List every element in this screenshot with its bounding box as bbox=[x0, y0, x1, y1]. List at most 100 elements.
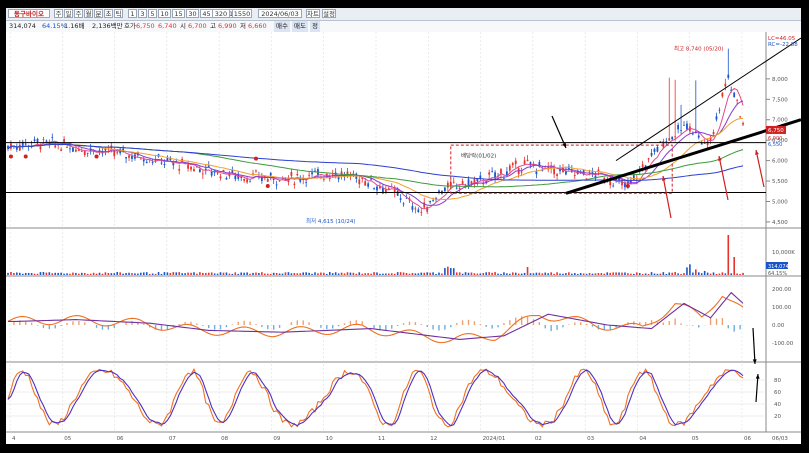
volume-bar bbox=[128, 272, 130, 275]
volume-bar bbox=[662, 272, 665, 275]
date-field[interactable]: 2024/06/03 bbox=[258, 9, 302, 18]
price-candle bbox=[399, 198, 402, 200]
volume-bar bbox=[621, 272, 623, 275]
volume-bar bbox=[116, 272, 119, 275]
volume-bar bbox=[674, 272, 676, 275]
x-axis-label: 06 bbox=[744, 436, 751, 442]
buy-tag[interactable]: 매수 bbox=[274, 21, 290, 32]
volume-bar bbox=[733, 257, 735, 275]
price-candle bbox=[219, 176, 222, 179]
price-candle bbox=[686, 123, 688, 130]
volume-bar bbox=[187, 272, 189, 275]
macd-histogram-bar bbox=[225, 325, 228, 328]
period-button-1[interactable]: 1 bbox=[128, 9, 137, 18]
macd-histogram-bar bbox=[308, 322, 310, 325]
volume-bar bbox=[680, 273, 682, 275]
price-candle bbox=[417, 209, 420, 212]
volume-bar bbox=[145, 272, 148, 275]
period-button-15[interactable]: 15 bbox=[172, 9, 185, 18]
price-candle bbox=[429, 200, 432, 203]
period-button-30[interactable]: 30 bbox=[186, 9, 199, 18]
macd-histogram-bar bbox=[426, 325, 428, 328]
volume-bar bbox=[314, 272, 316, 275]
macd-histogram-bar bbox=[36, 325, 39, 326]
amount-value: 2,136백만 bbox=[92, 22, 123, 30]
toolbar-button-1[interactable]: 일 bbox=[64, 9, 73, 18]
price-candle bbox=[39, 146, 42, 150]
price-candle bbox=[139, 158, 142, 160]
count-field[interactable]: 320 bbox=[212, 9, 230, 18]
price-candle bbox=[647, 158, 650, 160]
volume-bar bbox=[700, 273, 703, 275]
price-candle bbox=[721, 92, 724, 97]
volume-bar bbox=[686, 267, 688, 275]
macd-histogram-bar bbox=[538, 322, 541, 325]
price-candle bbox=[51, 137, 54, 139]
price-candle bbox=[402, 203, 405, 205]
volume-bar bbox=[692, 272, 694, 275]
range-field[interactable]: 1550 bbox=[232, 9, 252, 18]
volume-bar bbox=[441, 273, 443, 275]
volume-bar bbox=[269, 273, 272, 275]
macd-histogram-bar bbox=[219, 325, 222, 330]
sell-tag[interactable]: 매도 bbox=[292, 21, 308, 32]
volume-current-label: 314,074 bbox=[768, 264, 789, 270]
period-button-3[interactable]: 3 bbox=[138, 9, 147, 18]
volume-bar bbox=[609, 272, 612, 275]
toolbar-button-3[interactable]: 월 bbox=[84, 9, 93, 18]
volume-bar bbox=[48, 272, 51, 275]
volume-bar bbox=[541, 273, 544, 275]
toolbar-button-chart[interactable]: 차트 bbox=[306, 9, 320, 18]
macd-histogram-bar bbox=[467, 319, 470, 325]
volume-bar bbox=[739, 273, 741, 275]
volume-bar bbox=[343, 273, 346, 275]
fix-tag[interactable]: 정 bbox=[310, 21, 320, 32]
stock-chart[interactable]: 최고 8,740 (05/20) 최저 4,615 (10/24) 배당락(01/0… bbox=[6, 32, 801, 444]
macd-histogram-bar bbox=[562, 325, 564, 328]
toolbar-button-settings[interactable]: 설정 bbox=[322, 9, 336, 18]
macd-histogram-bar bbox=[432, 325, 434, 330]
price-candle bbox=[523, 160, 526, 164]
stock-name-field[interactable]: 동구바이오 bbox=[8, 9, 50, 18]
macd-histogram-bar bbox=[231, 324, 234, 325]
toolbar-button-0[interactable]: 주 bbox=[54, 9, 63, 18]
low-value: 6,660 bbox=[248, 22, 267, 30]
volume-bar bbox=[190, 272, 192, 275]
volume-bar bbox=[606, 272, 609, 275]
volume-bar bbox=[204, 272, 207, 275]
price-candle bbox=[311, 172, 313, 175]
toolbar-button-2[interactable]: 주 bbox=[74, 9, 83, 18]
macd-histogram-bar bbox=[680, 323, 682, 325]
price-candle bbox=[712, 132, 715, 135]
volume-bar bbox=[373, 272, 375, 275]
volume-bar bbox=[432, 272, 434, 275]
price-tick-label: 4,500 bbox=[772, 220, 788, 226]
volume-bar bbox=[255, 272, 257, 275]
volume-bar bbox=[668, 272, 671, 275]
price-candle bbox=[74, 149, 77, 152]
macd-histogram-bar bbox=[131, 320, 133, 325]
volume-bar bbox=[160, 273, 163, 275]
volume-bar bbox=[193, 272, 195, 275]
price-candle bbox=[724, 83, 727, 87]
volume-bar bbox=[573, 273, 576, 275]
volume-bar bbox=[293, 273, 296, 275]
macd-histogram-bar bbox=[290, 322, 293, 325]
macd-histogram-bar bbox=[95, 325, 98, 328]
toolbar-button-5[interactable]: 초 bbox=[104, 9, 113, 18]
volume-bar bbox=[447, 266, 449, 275]
toolbar-button-6[interactable]: 틱 bbox=[114, 9, 123, 18]
period-button-5[interactable]: 5 bbox=[148, 9, 157, 18]
price-candle bbox=[33, 139, 36, 141]
period-button-10[interactable]: 10 bbox=[158, 9, 171, 18]
x-axis-end-label: 06/03 bbox=[772, 436, 788, 442]
macd-histogram-bar bbox=[544, 325, 546, 329]
toolbar-button-4[interactable]: 분 bbox=[94, 9, 103, 18]
macd-histogram-bar bbox=[13, 322, 15, 325]
volume-bar bbox=[458, 272, 461, 275]
volume-bar bbox=[311, 273, 313, 275]
volume-bar bbox=[509, 273, 511, 275]
chart-window: 동구바이오 주일주월분초틱1351015304560120 320 1550 2… bbox=[6, 8, 801, 444]
price-candle bbox=[733, 92, 736, 98]
volume-bar bbox=[261, 272, 263, 275]
